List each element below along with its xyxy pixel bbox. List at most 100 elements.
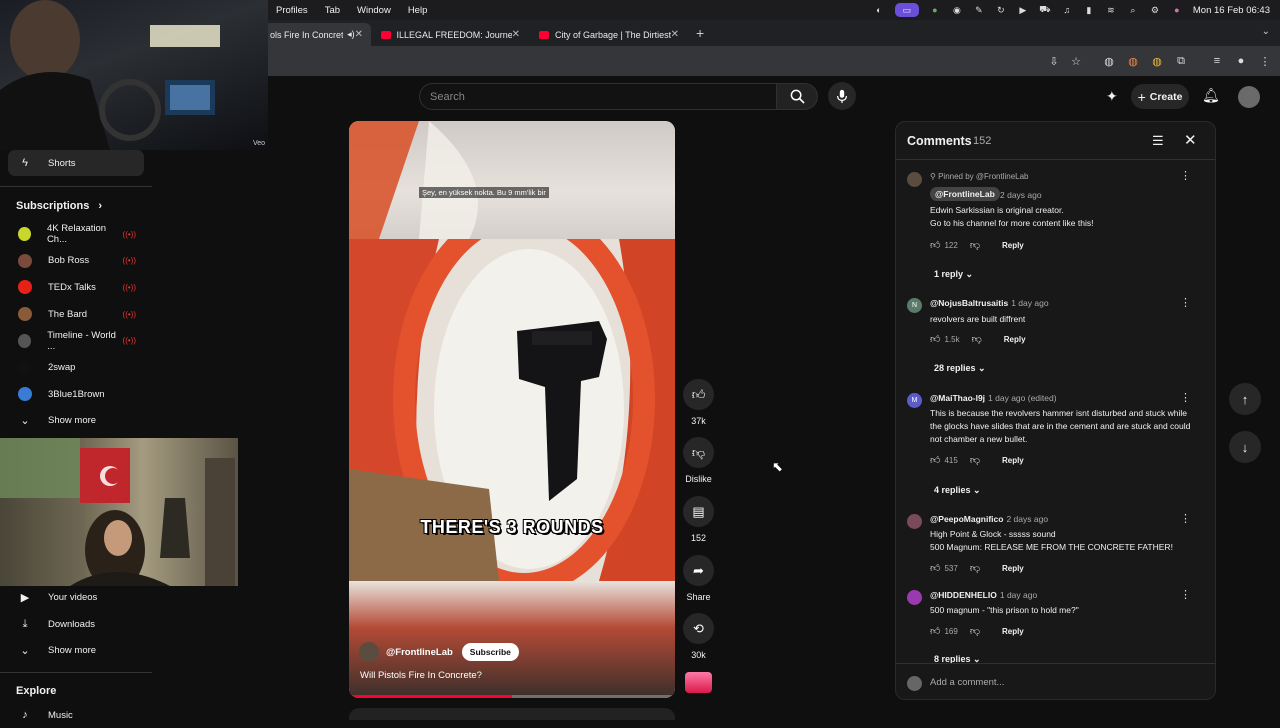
comment-menu-icon[interactable]: ⋮ bbox=[1180, 391, 1191, 404]
comment-avatar[interactable]: M bbox=[907, 393, 922, 408]
reply-button[interactable]: Reply bbox=[1002, 456, 1024, 465]
tab-city-of-garbage[interactable]: City of Garbage | The Dirtiest ✕ bbox=[531, 23, 687, 46]
channel-avatar[interactable] bbox=[359, 642, 379, 662]
profile-icon[interactable]: ● bbox=[1234, 54, 1248, 68]
like-icon[interactable]: 👍︎ bbox=[930, 454, 940, 466]
comment-author-name[interactable]: @MaiThao-l9j bbox=[930, 393, 985, 403]
shorts-video-player[interactable]: Şey, en yüksek nokta. Bu 9 mm'lik bir TH… bbox=[349, 121, 675, 698]
install-app-icon[interactable]: ⇩ bbox=[1047, 54, 1061, 68]
sidebar-item-your-videos[interactable]: ▶︎ Your videos bbox=[8, 584, 144, 610]
sidebar-item-subscription[interactable]: 4K Relaxation Ch... ((•)) bbox=[8, 221, 144, 247]
menu-tab[interactable]: Tab bbox=[325, 5, 340, 16]
video-title[interactable]: Will Pistols Fire In Concrete? bbox=[360, 670, 482, 681]
search-button[interactable] bbox=[776, 83, 818, 110]
tab-close-icon[interactable]: ✕ bbox=[671, 29, 679, 40]
comments-button[interactable]: ▤ bbox=[683, 496, 714, 527]
like-icon[interactable]: 👍︎ bbox=[930, 239, 940, 251]
close-icon[interactable]: ✕ bbox=[1184, 131, 1197, 149]
comment-menu-icon[interactable]: ⋮ bbox=[1180, 588, 1191, 601]
menu-kebab-icon[interactable]: ⋮ bbox=[1258, 54, 1272, 68]
screen-record-icon[interactable]: ◐ bbox=[873, 4, 885, 16]
sidebar-item-downloads[interactable]: ⤓ Downloads bbox=[8, 611, 144, 637]
speaker-icon[interactable]: ◂) bbox=[347, 29, 355, 40]
dislike-icon[interactable]: 👎︎ bbox=[970, 625, 980, 637]
like-icon[interactable]: 👍︎ bbox=[930, 333, 940, 345]
extension-icon[interactable]: ◍ bbox=[1126, 54, 1140, 68]
next-short-preview[interactable] bbox=[349, 708, 675, 720]
dislike-icon[interactable]: 👎︎ bbox=[970, 454, 980, 466]
show-more-you[interactable]: ⌄ Show more bbox=[8, 637, 144, 663]
previous-short-button[interactable]: ↑ bbox=[1229, 383, 1261, 415]
show-more-subscriptions[interactable]: ⌄ Show more bbox=[8, 407, 144, 433]
headphones-icon[interactable]: ♫ bbox=[1061, 4, 1073, 16]
share-button[interactable]: ➦ bbox=[683, 555, 714, 586]
next-short-button[interactable]: ↓ bbox=[1229, 431, 1261, 463]
spotify-icon[interactable]: ◉ bbox=[951, 4, 963, 16]
like-icon[interactable]: 👍︎ bbox=[930, 625, 940, 637]
search-input[interactable]: Search bbox=[419, 83, 777, 110]
menu-window[interactable]: Window bbox=[357, 5, 391, 16]
video-progress-bar[interactable] bbox=[349, 695, 675, 698]
comment-author-name[interactable]: @HIDDENHELIO bbox=[930, 590, 997, 600]
channel-name[interactable]: @FrontlineLab bbox=[386, 647, 453, 658]
comment-author-name[interactable]: @NojusBaltrusaitis bbox=[930, 298, 1008, 308]
remix-button[interactable]: ⟲ bbox=[683, 613, 714, 644]
tab-close-icon[interactable]: ✕ bbox=[512, 29, 520, 40]
creator-author-badge[interactable]: @FrontlineLab bbox=[930, 187, 1000, 201]
add-comment-input[interactable]: Add a comment... bbox=[930, 677, 1004, 688]
dislike-icon[interactable]: 👎︎ bbox=[972, 333, 982, 345]
media-controls-icon[interactable]: ≡ bbox=[1210, 54, 1224, 68]
menu-help[interactable]: Help bbox=[408, 5, 428, 16]
bookmark-star-icon[interactable]: ☆ bbox=[1069, 54, 1083, 68]
play-icon[interactable]: ▶ bbox=[1017, 4, 1029, 16]
reply-button[interactable]: Reply bbox=[1002, 241, 1024, 250]
clock[interactable]: Mon 16 Feb 06:43 bbox=[1193, 5, 1270, 16]
sidebar-item-subscription[interactable]: Bob Ross ((•)) bbox=[8, 248, 144, 274]
subscribe-button[interactable]: Subscribe bbox=[461, 643, 519, 661]
sidebar-item-subscription[interactable]: 2swap bbox=[8, 355, 144, 381]
create-button[interactable]: + Create bbox=[1131, 84, 1189, 109]
comment-author-name[interactable]: @PeepoMagnifico bbox=[930, 514, 1003, 524]
reply-button[interactable]: Reply bbox=[1002, 627, 1024, 636]
display-icon[interactable]: ▭ bbox=[894, 3, 919, 17]
notifications-bell-icon[interactable]: 🔔︎ bbox=[1202, 87, 1220, 104]
sparkle-icon[interactable]: ✦ bbox=[1106, 88, 1118, 105]
new-tab-icon[interactable]: + bbox=[696, 25, 704, 41]
comment-avatar[interactable] bbox=[907, 172, 922, 187]
tab-illegal-freedom[interactable]: ILLEGAL FREEDOM: Journey ✕ bbox=[373, 23, 528, 46]
comment-avatar[interactable] bbox=[907, 514, 922, 529]
account-avatar[interactable] bbox=[1238, 86, 1260, 108]
sound-thumbnail[interactable] bbox=[685, 672, 712, 693]
comment-menu-icon[interactable]: ⋮ bbox=[1180, 169, 1191, 182]
dislike-icon[interactable]: 👎︎ bbox=[970, 562, 980, 574]
view-replies-button[interactable]: 28 replies ⌄ bbox=[934, 363, 986, 374]
dislike-button[interactable]: 👎︎ bbox=[683, 437, 714, 468]
reply-button[interactable]: Reply bbox=[1004, 335, 1026, 344]
battery-icon[interactable]: ▮ bbox=[1083, 4, 1095, 16]
extension-icon[interactable]: ◍ bbox=[1150, 54, 1164, 68]
like-icon[interactable]: 👍︎ bbox=[930, 562, 940, 574]
status-dot-icon[interactable]: ● bbox=[929, 4, 941, 16]
voice-search-button[interactable] bbox=[828, 82, 856, 110]
sort-icon[interactable]: ☰ bbox=[1152, 133, 1164, 149]
tab-search-chevron-icon[interactable]: ⌄ bbox=[1262, 26, 1270, 37]
pen-icon[interactable]: ✎ bbox=[973, 4, 985, 16]
car-icon[interactable]: ⛟ bbox=[1039, 4, 1051, 16]
comment-menu-icon[interactable]: ⋮ bbox=[1180, 296, 1191, 309]
sidebar-item-music[interactable]: ♪ Music bbox=[8, 702, 144, 728]
comment-avatar[interactable]: N bbox=[907, 298, 922, 313]
subscriptions-heading[interactable]: Subscriptions › bbox=[16, 200, 102, 212]
tab-active[interactable]: ols Fire In Concret ◂) ✕ bbox=[262, 23, 371, 46]
wifi-icon[interactable]: ≋ bbox=[1105, 4, 1117, 16]
comment-avatar[interactable] bbox=[907, 590, 922, 605]
reply-button[interactable]: Reply bbox=[1002, 564, 1024, 573]
sidebar-item-subscription[interactable]: The Bard ((•)) bbox=[8, 301, 144, 327]
menu-profiles[interactable]: Profiles bbox=[276, 5, 308, 16]
extension-icon[interactable]: ◍ bbox=[1102, 54, 1116, 68]
search-icon[interactable]: ⌕ bbox=[1127, 4, 1139, 16]
dislike-icon[interactable]: 👎︎ bbox=[970, 239, 980, 251]
puzzle-icon[interactable]: ⧉ bbox=[1174, 54, 1188, 68]
comment-menu-icon[interactable]: ⋮ bbox=[1180, 512, 1191, 525]
sidebar-item-subscription[interactable]: Timeline - World ... ((•)) bbox=[8, 328, 144, 354]
control-center-icon[interactable]: ⚙ bbox=[1149, 4, 1161, 16]
